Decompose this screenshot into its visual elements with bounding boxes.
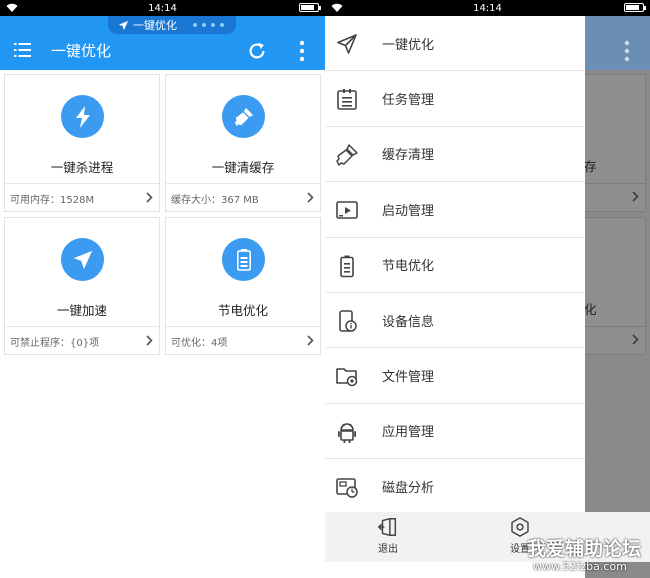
watermark-url: www.52fzba.com (533, 560, 627, 573)
card-speed-up[interactable]: 一键加速 可禁止程序：{0}项 (4, 217, 160, 355)
watermark-text: 我爱辅助论坛 (527, 538, 642, 560)
drawer-item-file-manager[interactable]: 文件管理 (325, 348, 585, 404)
left-screen: 14:14 一键优化 一键优化 一键杀进程 可用内存：1528M 一键清缓存 缓… (0, 0, 325, 578)
drawer-item-label: 一键优化 (382, 37, 435, 53)
paper-plane-icon (73, 250, 92, 269)
wifi-icon (331, 3, 343, 12)
lightning-icon (75, 105, 90, 128)
function-grid: 一键杀进程 可用内存：1528M 一键清缓存 缓存大小：367 MB 一键加速 … (4, 74, 321, 355)
exit-button[interactable]: 退出 (368, 516, 408, 555)
app-bar: 一键优化 一键优化 (0, 16, 325, 70)
status-time: 14:14 (148, 2, 177, 14)
card-icon-circle (222, 95, 265, 138)
drawer-item-label: 任务管理 (382, 93, 435, 109)
drawer-item-cache-clean[interactable]: 缓存清理 (325, 127, 585, 183)
drawer-item-disk-analysis[interactable]: 磁盘分析 (325, 459, 585, 515)
battery-icon (340, 255, 354, 277)
right-screen: 14:14 存 化 一键优化 任务管理 缓存清理 启动管理 节电优化 设备信息 … (325, 0, 650, 578)
paper-plane-icon (118, 20, 129, 30)
disk-icon (336, 478, 358, 498)
menu-icon[interactable] (14, 43, 31, 57)
card-title: 一键杀进程 (50, 160, 114, 175)
battery-status-icon (624, 3, 646, 12)
tip-dots (193, 23, 224, 27)
drawer-item-app-manager[interactable]: 应用管理 (325, 404, 585, 460)
chevron-right-icon (307, 335, 314, 346)
card-info: 可优化：4项 (171, 337, 228, 349)
card-footer[interactable]: 可优化：4项 (166, 326, 320, 355)
drawer-item-power-saving[interactable]: 节电优化 (325, 238, 585, 293)
more-options-icon (624, 40, 630, 62)
card-icon-circle (222, 238, 265, 281)
card-footer[interactable]: 可禁止程序：{0}项 (5, 326, 159, 355)
drawer-item-label: 设备信息 (382, 314, 435, 330)
card-title: 一键加速 (56, 303, 107, 318)
dimmed-text: 存 (584, 159, 597, 174)
drawer-item-device-info[interactable]: 设备信息 (325, 293, 585, 349)
phone-info-icon (339, 310, 357, 332)
paper-plane-icon (337, 34, 357, 54)
drawer-item-label: 文件管理 (382, 370, 435, 386)
folder-gear-icon (336, 368, 358, 387)
optimize-tip-bar[interactable]: 一键优化 (108, 16, 236, 34)
card-title: 一键清缓存 (211, 160, 275, 175)
broom-icon (234, 107, 253, 126)
chevron-right-icon (632, 334, 639, 345)
dimmed-text: 化 (584, 302, 597, 317)
card-info: 缓存大小：367 MB (171, 194, 259, 206)
watermark-logo: 我爱辅助论坛 www.52fzba.com (527, 530, 650, 578)
card-info: 可禁止程序：{0}项 (10, 337, 100, 349)
card-icon-circle (61, 95, 104, 138)
chevron-right-icon (307, 192, 314, 203)
drawer-item-label: 缓存清理 (382, 148, 435, 164)
card-power-saving[interactable]: 节电优化 可优化：4项 (165, 217, 321, 355)
exit-icon (377, 518, 397, 536)
drawer-item-startup-manager[interactable]: 启动管理 (325, 182, 585, 238)
status-bar: 14:14 (0, 0, 325, 16)
drawer-item-label: 启动管理 (382, 203, 435, 219)
chevron-right-icon (632, 191, 639, 202)
exit-label: 退出 (378, 544, 398, 555)
card-kill-process[interactable]: 一键杀进程 可用内存：1528M (4, 74, 160, 212)
more-options-icon[interactable] (294, 40, 310, 62)
page-title: 一键优化 (51, 42, 112, 60)
android-icon (338, 422, 356, 443)
drawer-item-one-key-optimize[interactable]: 一键优化 (325, 16, 585, 72)
drawer-item-label: 应用管理 (382, 425, 435, 441)
card-footer[interactable]: 缓存大小：367 MB (166, 183, 320, 212)
drawer-item-label: 磁盘分析 (382, 480, 435, 496)
drawer-item-label: 节电优化 (382, 259, 435, 275)
status-bar: 14:14 (325, 0, 650, 16)
refresh-icon[interactable] (246, 40, 268, 62)
battery-icon (236, 248, 251, 271)
card-clear-cache[interactable]: 一键清缓存 缓存大小：367 MB (165, 74, 321, 212)
status-time: 14:14 (473, 2, 502, 14)
card-icon-circle (61, 238, 104, 281)
tip-label: 一键优化 (133, 19, 177, 32)
chevron-right-icon (146, 335, 153, 346)
broom-icon (336, 144, 358, 166)
drawer-item-task-manager[interactable]: 任务管理 (325, 71, 585, 127)
chevron-right-icon (146, 192, 153, 203)
card-footer[interactable]: 可用内存：1528M (5, 183, 159, 212)
clipboard-icon (337, 89, 357, 111)
wifi-icon (6, 3, 18, 12)
card-title: 节电优化 (217, 303, 268, 318)
navigation-drawer: 一键优化 任务管理 缓存清理 启动管理 节电优化 设备信息 文件管理 应用管理 … (325, 16, 585, 578)
battery-status-icon (299, 3, 321, 12)
launch-icon (336, 201, 358, 219)
card-info: 可用内存：1528M (10, 194, 95, 206)
